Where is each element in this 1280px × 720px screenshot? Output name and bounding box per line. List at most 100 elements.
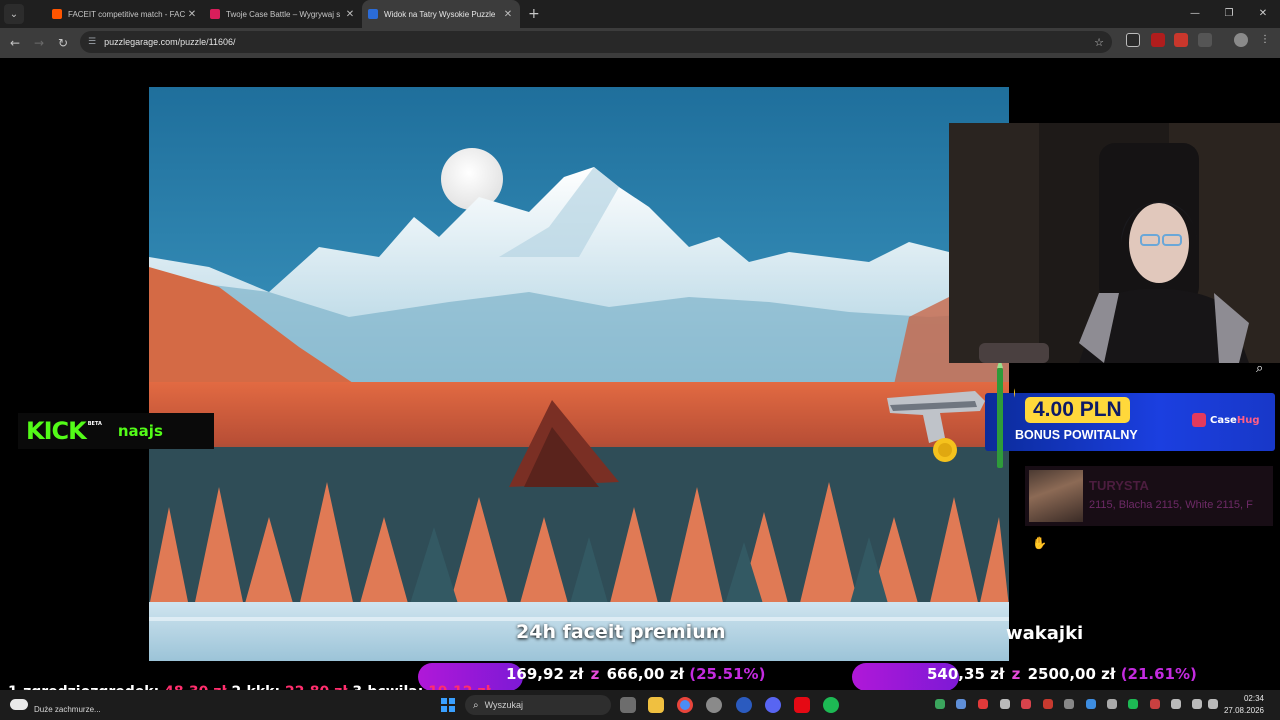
site-info-icon[interactable]: ☰: [88, 37, 96, 47]
discord-icon[interactable]: [765, 697, 781, 713]
tray-icon[interactable]: [956, 699, 966, 709]
new-tab-plus-icon[interactable]: +: [528, 6, 540, 22]
donation-goal-bar: 540,35 zł z 2500,00 zł (21.61%): [852, 663, 1280, 691]
settings-gear-icon[interactable]: [706, 697, 722, 713]
hand-cursor-icon: ✋: [1032, 536, 1047, 550]
extension-icon[interactable]: [1126, 33, 1140, 47]
more-menu-icon[interactable]: ⋮: [1258, 33, 1272, 47]
restore-icon[interactable]: ❐: [1212, 0, 1246, 28]
forward-arrow-icon[interactable]: →: [27, 36, 51, 50]
goal-separator: z: [1011, 665, 1021, 683]
tab-puzzle[interactable]: Widok na Tatry Wysokie Puzzle ✕: [362, 0, 520, 28]
netflix-icon[interactable]: [794, 697, 810, 713]
now-playing-widget: TURYSTA 2115, Blacha 2115, White 2115, F: [1025, 466, 1273, 526]
tray-icon[interactable]: [978, 699, 988, 709]
tab-faceit[interactable]: FACEIT competitive match - FAC ✕: [46, 0, 204, 28]
weather-text: Duże zachmurze...: [34, 705, 101, 714]
network-icon[interactable]: [1192, 699, 1202, 709]
avatar[interactable]: [1234, 33, 1248, 47]
weather-widget[interactable]: Duże zachmurze...: [10, 695, 101, 714]
close-tab-icon[interactable]: ✕: [502, 9, 514, 20]
search-placeholder: Wyszukaj: [484, 700, 524, 710]
task-view-icon[interactable]: [620, 697, 636, 713]
system-clock[interactable]: 02:34 27.08.2026: [1224, 693, 1264, 717]
tray-icon[interactable]: [1128, 699, 1138, 709]
spotify-icon[interactable]: [823, 697, 839, 713]
goal-target: 666,00 zł: [606, 665, 685, 683]
faceit-favicon-icon: [52, 9, 62, 19]
song-artist: 2115, Blacha 2115, White 2115, F: [1089, 499, 1253, 511]
tray-icon[interactable]: [1043, 699, 1053, 709]
kick-beta-label: BETA: [87, 421, 102, 427]
goal-current: 169,92 zł: [506, 665, 584, 683]
puzzle-favicon-icon: [368, 9, 378, 19]
tab-case-battle[interactable]: Twoje Case Battle – Wygrywaj s ✕: [204, 0, 362, 28]
close-tab-icon[interactable]: ✕: [344, 9, 356, 20]
file-explorer-icon[interactable]: [648, 697, 664, 713]
screen: ⌄ FACEIT competitive match - FAC ✕ Twoje…: [0, 0, 1280, 720]
address-bar[interactable]: ☰ puzzlegarage.com/puzzle/11606/ ☆: [80, 31, 1112, 53]
kick-username: naajs: [117, 422, 163, 440]
tab-search-chevron-icon[interactable]: ⌄: [4, 4, 24, 24]
goal-target: 2500,00 zł: [1027, 665, 1116, 683]
casehug-cube-icon: [1192, 413, 1206, 427]
taskbar-search[interactable]: ⌕ Wyszukaj: [465, 695, 611, 715]
goal-percent: (25.51%): [689, 665, 766, 683]
puzzle-extensions-icon[interactable]: [1198, 33, 1212, 47]
url-text: puzzlegarage.com/puzzle/11606/: [104, 37, 236, 47]
goal-text: 540,35 zł z 2500,00 zł (21.61%): [927, 665, 1197, 683]
search-icon: ⌕: [473, 699, 479, 711]
casehug-logo: Case Hug: [1192, 413, 1259, 427]
goal-current: 540,35 zł: [927, 665, 1005, 683]
windows-taskbar: Duże zachmurze... ⌕ Wyszukaj 02:34 27.08: [0, 690, 1280, 720]
back-arrow-icon[interactable]: ←: [3, 36, 27, 50]
goal-caption-left: 24h faceit premium: [516, 621, 726, 643]
casehug-promo-banner: 4.00 PLN BONUS POWITALNY Case Hug: [985, 393, 1275, 451]
speaker-icon[interactable]: [1208, 699, 1218, 709]
tray-icon[interactable]: [1021, 699, 1031, 709]
bookmark-star-icon[interactable]: ☆: [1094, 36, 1104, 49]
tab-title: Twoje Case Battle – Wygrywaj s: [226, 9, 341, 19]
close-tab-icon[interactable]: ✕: [186, 9, 198, 20]
streamer-webcam-image: [949, 123, 1280, 363]
steam-icon[interactable]: [736, 697, 752, 713]
promo-subtitle: BONUS POWITALNY: [1015, 428, 1138, 442]
promo-amount: 4.00 PLN: [1025, 397, 1130, 423]
goal-separator: z: [590, 665, 600, 683]
windows-start-icon[interactable]: [441, 698, 455, 712]
goal-percent: (21.61%): [1120, 665, 1197, 683]
puzzle-image[interactable]: [149, 87, 1009, 661]
pistol-knife-coins-icon: [887, 363, 1015, 468]
kick-logo: KICK: [26, 417, 87, 445]
song-title: TURYSTA: [1089, 478, 1149, 493]
kick-channel-banner: KICK BETA naajs: [18, 413, 214, 449]
tray-icon[interactable]: [1107, 699, 1117, 709]
tab-title: Widok na Tatry Wysokie Puzzle: [384, 9, 496, 19]
tatra-mountain-scene: [149, 87, 1009, 661]
goal-caption-right: wakajki: [1006, 623, 1084, 644]
casehug-brand-b: Hug: [1236, 414, 1260, 426]
reload-icon[interactable]: ↻: [51, 36, 75, 50]
tray-icon[interactable]: [1000, 699, 1010, 709]
window-controls: — ❐ ✕: [1178, 0, 1280, 28]
webcam-feed: [949, 123, 1280, 363]
tray-icon[interactable]: [1086, 699, 1096, 709]
microphone-icon[interactable]: [1171, 699, 1181, 709]
browser-toolbar: ← → ↻ ☰ puzzlegarage.com/puzzle/11606/ ☆…: [0, 28, 1280, 58]
extension-icon[interactable]: [1151, 33, 1165, 47]
tray-icon[interactable]: [935, 699, 945, 709]
extension-icon[interactable]: [1174, 33, 1188, 47]
close-window-icon[interactable]: ✕: [1246, 0, 1280, 28]
cloud-icon: [10, 699, 28, 710]
minimize-icon[interactable]: —: [1178, 0, 1212, 28]
tray-icon[interactable]: [1064, 699, 1074, 709]
browser-tab-bar: ⌄ FACEIT competitive match - FAC ✕ Twoje…: [0, 0, 1280, 28]
clock-date: 27.08.2026: [1223, 706, 1264, 715]
tray-icon[interactable]: [1150, 699, 1160, 709]
album-art-image: [1029, 470, 1083, 522]
goal-text: 169,92 zł z 666,00 zł (25.51%): [506, 665, 765, 683]
chrome-icon[interactable]: [677, 697, 693, 713]
casehug-favicon-icon: [210, 9, 220, 19]
tab-title: FACEIT competitive match - FAC: [68, 9, 186, 19]
zoom-search-icon[interactable]: ⌕: [1256, 361, 1263, 376]
